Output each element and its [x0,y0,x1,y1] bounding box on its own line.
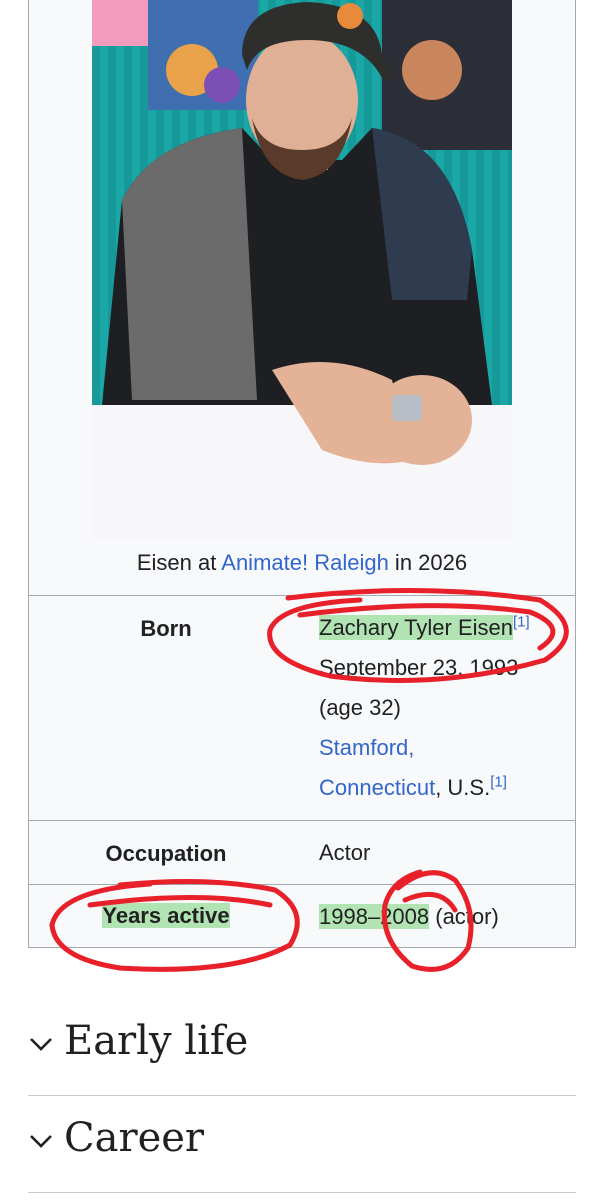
infobox-row-born: Born Zachary Tyler Eisen[1] September 23… [28,595,576,821]
section-career-title: Career [64,1115,205,1161]
section-early-life-title: Early life [64,1018,249,1064]
chevron-down-icon [30,1135,52,1148]
photo-caption: Eisen at Animate! Raleigh in 2026 [0,546,604,580]
infobox-row-occupation: Occupation Actor [28,820,576,885]
birth-name: Zachary Tyler Eisen [319,615,514,640]
born-value: Zachary Tyler Eisen[1] September 23, 199… [319,608,530,808]
years-active-value: 1998–2008 (actor) [319,897,499,937]
section-career[interactable]: Career [28,1097,576,1193]
years-active-range: 1998–2008 [319,904,430,929]
section-early-life[interactable]: Early life [28,1000,576,1096]
years-active-label-cell: Years active [28,903,304,929]
birth-age: (age 32) [319,695,401,720]
infobox-photo[interactable] [92,0,512,540]
occupation-value: Actor [319,840,371,865]
born-reference-link[interactable]: [1] [513,614,530,631]
caption-suffix: in 2026 [388,550,468,575]
stamford-link[interactable]: Stamford, [319,735,414,760]
birth-date: September 23, 1993 [319,655,519,680]
years-active-label: Years active [102,903,230,928]
caption-prefix: Eisen at [136,550,222,575]
born-label: Born [140,616,192,641]
birth-country: , U.S. [435,775,491,800]
years-active-qualifier: (actor) [429,904,499,929]
person-photo-image [92,0,512,540]
connecticut-link[interactable]: Connecticut [319,775,435,800]
animate-raleigh-link[interactable]: Animate! Raleigh [221,550,389,575]
birthplace-reference-link[interactable]: [1] [490,774,507,791]
chevron-down-icon [30,1038,52,1051]
infobox-row-years-active: Years active 1998–2008 (actor) [28,884,576,949]
occupation-label: Occupation [105,841,227,866]
